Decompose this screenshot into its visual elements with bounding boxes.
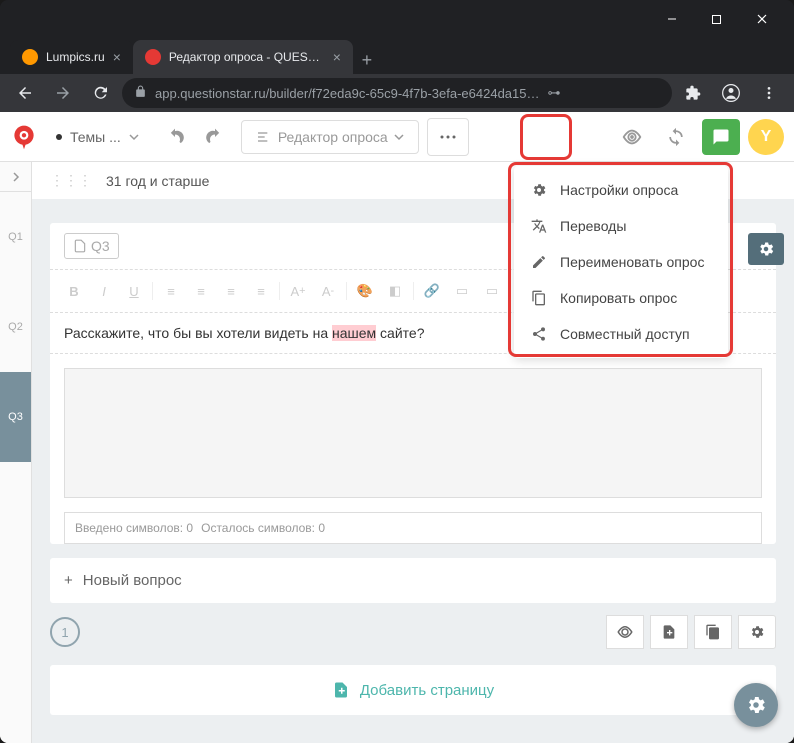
fill-button[interactable]: ◧ [381, 278, 409, 304]
chevron-down-icon [129, 132, 139, 142]
bold-button[interactable]: B [60, 278, 88, 304]
editor-mode-dropdown[interactable]: Редактор опроса [241, 120, 419, 154]
align-left-button[interactable]: ≡ [157, 278, 185, 304]
menu-label: Переименовать опрос [560, 254, 704, 270]
underline-button[interactable]: U [120, 278, 148, 304]
preview-button[interactable] [614, 119, 650, 155]
answer-text: 31 год и старше [106, 173, 209, 189]
align-right-button[interactable]: ≡ [217, 278, 245, 304]
image-button[interactable]: ▭ [448, 278, 476, 304]
gear-icon [530, 182, 548, 198]
undo-button[interactable] [157, 119, 193, 155]
highlighted-word: нашем [332, 325, 376, 341]
page-footer: 1 [50, 615, 776, 649]
sync-button[interactable] [658, 119, 694, 155]
page-preview-button[interactable] [606, 615, 644, 649]
menu-item-settings[interactable]: Настройки опроса [514, 172, 728, 208]
browser-tab[interactable]: Lumpics.ru × [10, 40, 133, 74]
url-text: app.questionstar.ru/builder/f72eda9c-65c… [155, 86, 540, 101]
more-options-button[interactable] [427, 118, 469, 156]
close-button[interactable] [739, 0, 784, 38]
drag-handle-icon[interactable]: ⋮⋮⋮ [50, 172, 92, 189]
add-page-button[interactable]: Добавить страницу [50, 665, 776, 715]
user-avatar[interactable]: Y [748, 119, 784, 155]
menu-item-rename[interactable]: Переименовать опрос [514, 244, 728, 280]
reload-button[interactable] [84, 76, 118, 110]
copy-icon [530, 290, 548, 306]
italic-button[interactable]: I [90, 278, 118, 304]
new-tab-button[interactable]: + [353, 46, 381, 74]
page-icon [73, 239, 87, 253]
plus-icon: + [64, 572, 73, 589]
font-dec-button[interactable]: A- [314, 278, 342, 304]
publish-button[interactable] [702, 119, 740, 155]
themes-dropdown[interactable]: Темы ... [46, 123, 149, 151]
help-fab[interactable] [734, 683, 778, 727]
favicon-icon [145, 49, 161, 65]
maximize-button[interactable] [694, 0, 739, 38]
redo-button[interactable] [197, 119, 233, 155]
editor-label: Редактор опроса [278, 129, 388, 145]
align-justify-button[interactable]: ≡ [247, 278, 275, 304]
profile-button[interactable] [714, 76, 748, 110]
page-settings-button[interactable] [738, 615, 776, 649]
color-button[interactable]: 🎨 [351, 278, 379, 304]
forward-button[interactable] [46, 76, 80, 110]
more-options-menu: Настройки опроса Переводы Переименовать … [514, 166, 728, 358]
sidebar-item-q3[interactable]: Q3 [0, 372, 31, 462]
key-icon[interactable]: ⊶ [548, 85, 561, 101]
browser-tab-active[interactable]: Редактор опроса - QUESTIONS × [133, 40, 353, 74]
sidebar-toggle[interactable] [0, 162, 31, 192]
extensions-button[interactable] [676, 76, 710, 110]
add-page-icon [332, 681, 350, 699]
pencil-icon [530, 254, 548, 270]
menu-label: Совместный доступ [560, 326, 690, 342]
list-icon [256, 129, 272, 145]
favicon-icon [22, 49, 38, 65]
question-badge[interactable]: Q3 [64, 233, 119, 259]
back-button[interactable] [8, 76, 42, 110]
menu-item-share[interactable]: Совместный доступ [514, 316, 728, 352]
align-center-button[interactable]: ≡ [187, 278, 215, 304]
sidebar-item-q2[interactable]: Q2 [0, 282, 31, 372]
bullet-icon [56, 134, 62, 140]
tab-title: Редактор опроса - QUESTIONS [169, 50, 325, 64]
menu-label: Настройки опроса [560, 182, 678, 198]
themes-label: Темы ... [70, 129, 121, 145]
chevron-down-icon [394, 132, 404, 142]
browser-menu-button[interactable] [752, 76, 786, 110]
menu-item-copy[interactable]: Копировать опрос [514, 280, 728, 316]
answer-textarea[interactable] [64, 368, 762, 498]
sidebar-item-q1[interactable]: Q1 [0, 192, 31, 282]
window-titlebar [0, 0, 794, 38]
url-field[interactable]: app.questionstar.ru/builder/f72eda9c-65c… [122, 78, 672, 108]
minimize-button[interactable] [649, 0, 694, 38]
char-counter: Введено символов: 0 Осталось символов: 0 [64, 512, 762, 544]
share-icon [530, 326, 548, 342]
tab-close-icon[interactable]: × [333, 49, 341, 65]
lock-icon [134, 85, 147, 101]
page-add-button[interactable] [650, 615, 688, 649]
translate-icon [530, 218, 548, 234]
menu-item-translations[interactable]: Переводы [514, 208, 728, 244]
browser-tabbar: Lumpics.ru × Редактор опроса - QUESTIONS… [0, 38, 794, 74]
font-inc-button[interactable]: A+ [284, 278, 312, 304]
page-copy-button[interactable] [694, 615, 732, 649]
address-bar: app.questionstar.ru/builder/f72eda9c-65c… [0, 74, 794, 112]
tab-title: Lumpics.ru [46, 50, 105, 64]
app-logo-icon[interactable] [10, 123, 38, 151]
page-number[interactable]: 1 [50, 617, 80, 647]
menu-label: Переводы [560, 218, 626, 234]
question-nav-sidebar: Q1 Q2 Q3 [0, 112, 32, 743]
new-question-button[interactable]: + Новый вопрос [50, 558, 776, 603]
link-button[interactable]: 🔗 [418, 278, 446, 304]
question-settings-button[interactable] [748, 233, 784, 265]
app-toolbar: Темы ... Редактор опроса Y [0, 112, 794, 162]
video-button[interactable]: ▭ [478, 278, 506, 304]
menu-label: Копировать опрос [560, 290, 677, 306]
tab-close-icon[interactable]: × [113, 49, 121, 65]
